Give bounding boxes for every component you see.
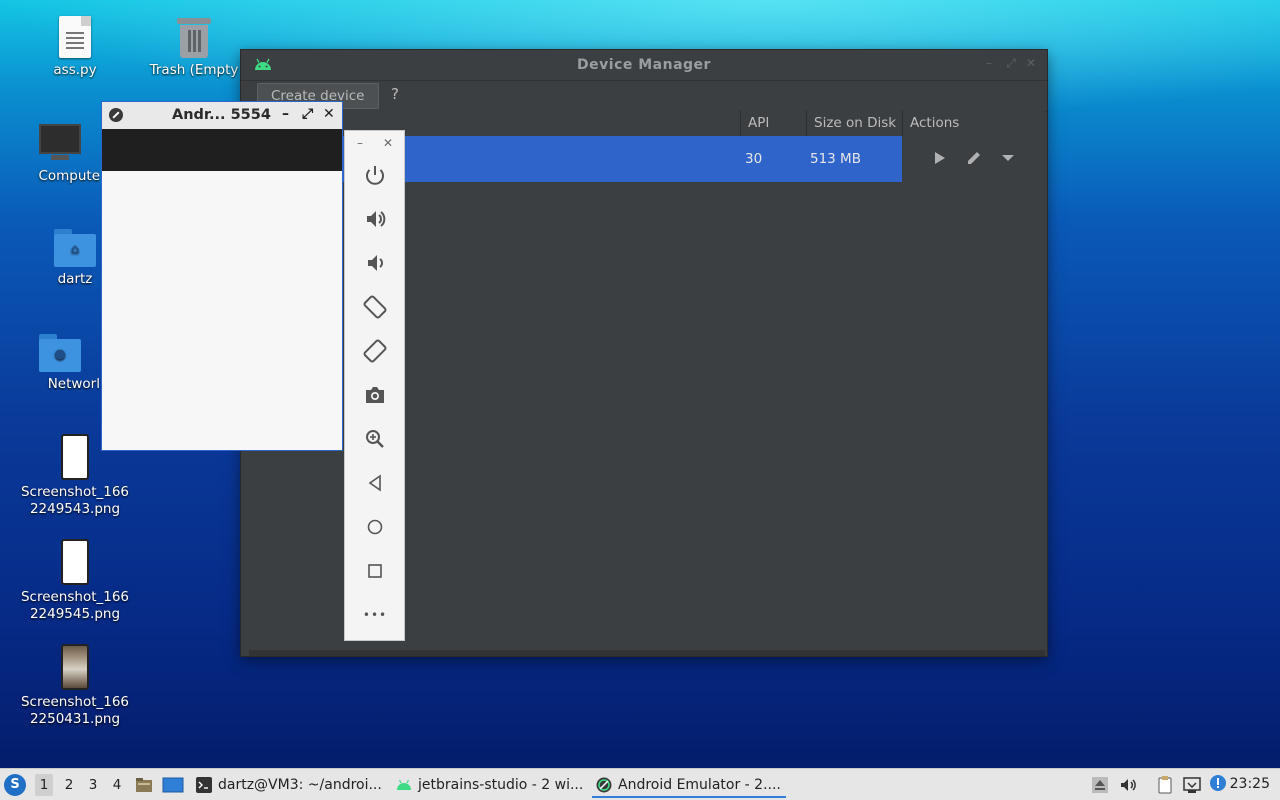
emulator-logo-icon <box>109 108 123 122</box>
overview-icon[interactable] <box>359 555 391 587</box>
minimize-button[interactable]: – <box>282 106 289 122</box>
emulator-titlebar[interactable]: Andr... 5554 – ⤢ ✕ <box>102 102 342 129</box>
device-manager-titlebar[interactable]: Device Manager – ⤢ ✕ <box>241 50 1047 81</box>
toolbar-minimize-button[interactable]: – <box>357 136 363 150</box>
maximize-button[interactable]: ⤢ <box>1003 56 1019 71</box>
edit-icon[interactable] <box>964 148 984 168</box>
window-title: Device Manager <box>577 57 711 73</box>
emulator-icon <box>596 777 612 793</box>
start-menu-button[interactable]: S <box>4 774 26 796</box>
emulator-screen[interactable] <box>102 171 342 450</box>
workspace-2[interactable]: 2 <box>60 777 78 793</box>
column-header-api[interactable]: API <box>740 110 806 136</box>
power-icon[interactable] <box>359 159 391 191</box>
maximize-button[interactable]: ⤢ <box>302 106 313 122</box>
home-folder-icon: ⌂ <box>54 229 96 267</box>
task-label: jetbrains-studio - 2 wi... <box>418 777 584 793</box>
device-manager-toolbar: Create device ? <box>241 81 1047 112</box>
device-size: 513 MB <box>810 151 861 167</box>
desktop-icon-screenshot-3[interactable]: Screenshot_166 2250431.png <box>20 644 130 728</box>
computer-icon <box>39 124 81 164</box>
more-dropdown-icon[interactable] <box>998 148 1018 168</box>
device-manager-bottom-border <box>249 650 1045 656</box>
show-desktop-icon[interactable] <box>162 775 184 795</box>
network-folder-icon: ● <box>39 334 81 372</box>
home-icon[interactable] <box>359 511 391 543</box>
desktop-icon-trash[interactable]: Trash (Empty <box>144 18 244 79</box>
toolbar-close-button[interactable]: ✕ <box>383 136 393 150</box>
image-file-icon <box>61 644 89 690</box>
zoom-icon[interactable] <box>359 423 391 455</box>
android-icon <box>397 779 411 790</box>
emulator-window: Andr... 5554 – ⤢ ✕ <box>101 101 343 451</box>
column-header-actions: Actions <box>902 110 1045 136</box>
task-jetbrains-studio[interactable]: jetbrains-studio - 2 wi... <box>392 772 588 798</box>
close-button[interactable]: ✕ <box>323 106 335 122</box>
workspace-1[interactable]: 1 <box>35 774 53 796</box>
terminal-icon <box>196 777 212 793</box>
taskbar: S 1 2 3 4 dartz@VM3: ~/androi... jetbrai… <box>0 768 1280 800</box>
desktop-icon-label: Compute <box>38 168 100 184</box>
workspace-3[interactable]: 3 <box>84 777 102 793</box>
image-file-icon <box>61 434 89 480</box>
eject-icon[interactable] <box>1090 775 1110 795</box>
desktop-icon-label: ass.py <box>53 62 97 78</box>
python-file-icon <box>59 16 91 58</box>
minimize-button[interactable]: – <box>981 56 997 70</box>
workspace-4[interactable]: 4 <box>108 777 126 793</box>
back-icon[interactable] <box>359 467 391 499</box>
help-button[interactable]: ? <box>391 85 399 103</box>
close-button[interactable]: ✕ <box>1023 56 1039 70</box>
desktop-icon-screenshot-2[interactable]: Screenshot_166 2249545.png <box>20 539 130 623</box>
image-file-icon <box>61 539 89 585</box>
more-icon[interactable]: ••• <box>359 599 391 631</box>
camera-icon[interactable] <box>359 379 391 411</box>
rotate-right-icon[interactable] <box>359 335 391 367</box>
clipboard-icon[interactable] <box>1155 775 1175 795</box>
task-label: Android Emulator - 2.... <box>618 777 781 793</box>
emulator-title: Andr... 5554 <box>172 107 271 123</box>
desktop-icon-label-line2: 2249545.png <box>29 606 121 622</box>
desktop-icon-label-line1: Screenshot_166 <box>20 589 130 605</box>
desktop-icon-label: Networl <box>47 376 100 392</box>
trash-icon <box>177 18 211 58</box>
clock[interactable]: 23:25 <box>1230 776 1270 792</box>
task-terminal[interactable]: dartz@VM3: ~/androi... <box>192 772 388 798</box>
updates-icon[interactable] <box>1208 773 1228 793</box>
run-icon[interactable] <box>929 148 949 168</box>
volume-icon[interactable] <box>1118 775 1138 795</box>
emulator-side-toolbar: – ✕ ••• <box>344 130 405 641</box>
desktop-icon-label-line1: Screenshot_166 <box>20 694 130 710</box>
desktop-icon-network[interactable]: ● Networl <box>20 334 100 393</box>
volume-down-icon[interactable] <box>359 247 391 279</box>
network-icon[interactable] <box>1182 775 1202 795</box>
volume-up-icon[interactable] <box>359 203 391 235</box>
desktop-icon-label-line1: Screenshot_166 <box>20 484 130 500</box>
column-header-size[interactable]: Size on Disk <box>806 110 902 136</box>
desktop-icon-ass-py[interactable]: ass.py <box>20 16 130 79</box>
task-label: dartz@VM3: ~/androi... <box>218 777 382 793</box>
desktop-icon-label-line2: 2249543.png <box>29 501 121 517</box>
desktop-icon-computer[interactable]: Compute <box>20 124 100 185</box>
device-api: 30 <box>745 151 763 167</box>
file-manager-launcher-icon[interactable] <box>134 775 154 795</box>
emulator-status-bar <box>102 129 342 171</box>
rotate-left-icon[interactable] <box>359 291 391 323</box>
desktop-icon-label-line2: 2250431.png <box>29 711 121 727</box>
desktop-icon-label: Trash (Empty <box>149 62 239 78</box>
task-android-emulator[interactable]: Android Emulator - 2.... <box>592 772 786 798</box>
